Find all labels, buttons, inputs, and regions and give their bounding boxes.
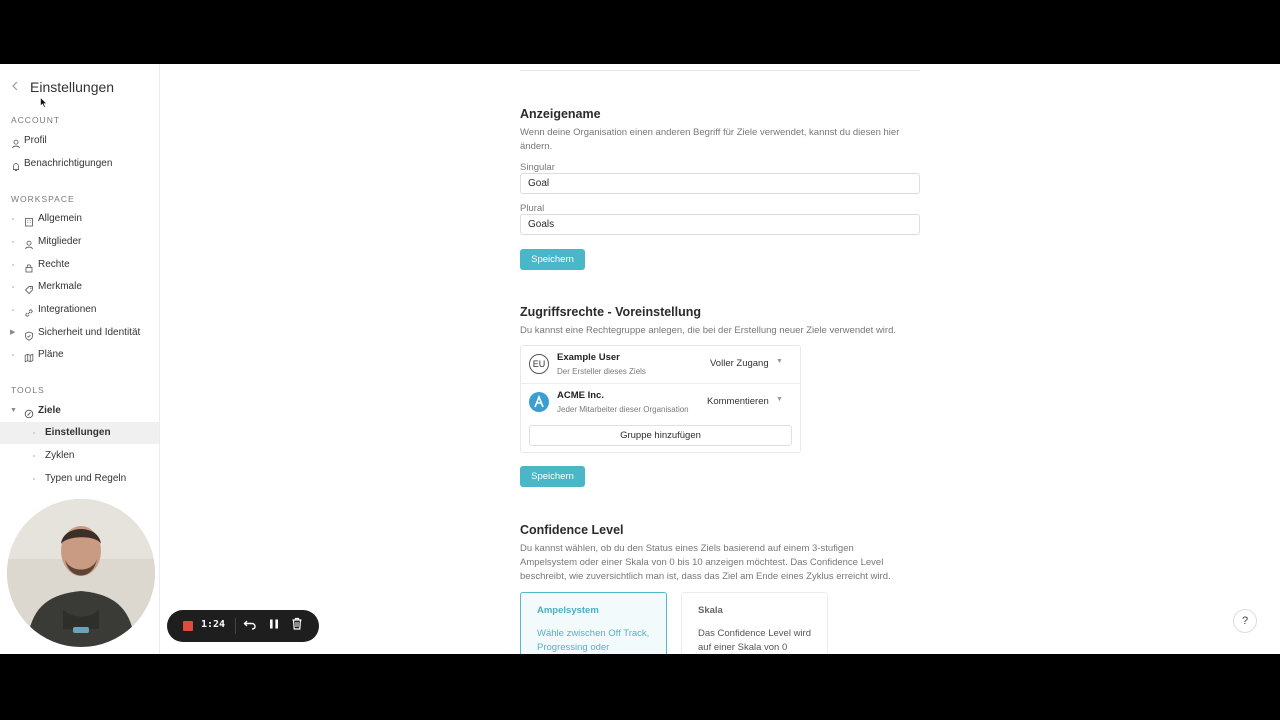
access-row-subtitle: Jeder Mitarbeiter dieser Organisation xyxy=(557,405,689,414)
singular-input[interactable]: Goal xyxy=(520,173,920,194)
bullet xyxy=(12,286,14,288)
sidebar-item-allgemein[interactable]: Allgemein xyxy=(0,208,159,230)
access-row-subtitle: Der Ersteller dieses Ziels xyxy=(557,367,646,376)
sidebar-item-label: Integrationen xyxy=(38,304,97,315)
pause-icon[interactable] xyxy=(266,617,282,635)
confidence-description: Du kannst wählen, ob du den Status eines… xyxy=(520,543,891,582)
option-title: Skala xyxy=(698,605,723,616)
sidebar-item-ziele[interactable]: ▼ Ziele xyxy=(0,400,159,422)
sidebar-subitem-typen-und-regeln[interactable]: Typen und Regeln xyxy=(0,468,159,490)
save-display-name-button[interactable]: Speichern xyxy=(520,249,585,270)
sidebar-item-label: Typen und Regeln xyxy=(45,473,127,484)
sidebar-item-sicherheit[interactable]: ▶ Sicherheit und Identität xyxy=(0,322,159,344)
sidebar-item-benachrichtigungen[interactable]: Benachrichtigungen xyxy=(0,153,159,175)
divider xyxy=(520,70,920,71)
recording-timer: 1:24 xyxy=(201,619,226,630)
section-heading-tools: TOOLS xyxy=(11,385,45,395)
sidebar-item-label: Profil xyxy=(24,135,47,146)
map-icon xyxy=(24,350,34,363)
section-heading-account: ACCOUNT xyxy=(11,115,61,125)
option-title: Ampelsystem xyxy=(537,605,599,616)
sidebar-item-label: Mitglieder xyxy=(38,236,82,247)
sidebar-item-merkmale[interactable]: Merkmale xyxy=(0,276,159,298)
bell-icon xyxy=(11,159,21,172)
bullet xyxy=(12,309,14,311)
avatar: EU xyxy=(529,354,549,374)
help-button[interactable]: ? xyxy=(1233,609,1257,633)
chevron-down-icon[interactable]: ▼ xyxy=(776,358,783,365)
confidence-option-skala[interactable]: Skala Das Confidence Level wird auf eine… xyxy=(681,592,828,654)
webcam-bubble[interactable] xyxy=(7,499,155,647)
person-icon xyxy=(24,237,34,250)
presenter-video-image xyxy=(7,499,155,647)
access-heading: Zugriffsrechte - Voreinstellung xyxy=(520,305,702,319)
lock-icon xyxy=(24,260,34,273)
sidebar-item-label: Sicherheit und Identität xyxy=(38,327,141,338)
option-description: Das Confidence Level wird auf einer Skal… xyxy=(698,628,812,653)
display-name-description: Wenn deine Organisation einen anderen Be… xyxy=(520,127,900,152)
role-select[interactable]: Voller Zugang xyxy=(710,358,769,369)
plural-label: Plural xyxy=(520,203,545,214)
sidebar-item-label: Zyklen xyxy=(45,450,75,461)
role-select[interactable]: Kommentieren xyxy=(707,396,769,407)
back-arrow-icon[interactable] xyxy=(10,78,22,96)
option-description: Wähle zwischen Off Track, Progressing od… xyxy=(537,628,650,653)
confidence-heading: Confidence Level xyxy=(520,523,624,537)
building-icon xyxy=(24,214,34,227)
display-name-heading: Anzeigename xyxy=(520,107,601,121)
access-row: ACME Inc. Jeder Mitarbeiter dieser Organ… xyxy=(521,383,800,420)
confidence-option-ampelsystem[interactable]: Ampelsystem Wähle zwischen Off Track, Pr… xyxy=(520,592,667,654)
divider xyxy=(235,618,236,634)
tag-icon xyxy=(24,282,34,295)
stop-recording-button[interactable] xyxy=(183,621,193,631)
sidebar-item-label: Benachrichtigungen xyxy=(24,158,113,169)
access-row-name: Example User xyxy=(557,352,620,363)
access-row: EU Example User Der Ersteller dieses Zie… xyxy=(521,346,800,383)
save-access-button[interactable]: Speichern xyxy=(520,466,585,487)
sidebar-item-profil[interactable]: Profil xyxy=(0,130,159,152)
sidebar-item-label: Pläne xyxy=(38,349,64,360)
settings-content: Anzeigename Wenn deine Organisation eine… xyxy=(160,64,1280,654)
bullet xyxy=(12,241,14,243)
bullet xyxy=(12,218,14,220)
access-group-list: EU Example User Der Ersteller dieses Zie… xyxy=(520,345,801,453)
sidebar-item-mitglieder[interactable]: Mitglieder xyxy=(0,231,159,253)
mouse-cursor-icon xyxy=(40,97,48,108)
section-heading-workspace: WORKSPACE xyxy=(11,194,75,204)
sidebar-item-label: Ziele xyxy=(38,405,61,416)
bullet xyxy=(33,432,35,434)
bullet xyxy=(12,264,14,266)
access-description: Du kannst eine Rechtegruppe anlegen, die… xyxy=(520,325,897,336)
bullet xyxy=(33,455,35,457)
bullet xyxy=(12,354,14,356)
undo-icon[interactable] xyxy=(242,617,258,635)
sidebar-subitem-zyklen[interactable]: Zyklen xyxy=(0,445,159,467)
caret-down-icon[interactable]: ▼ xyxy=(10,400,17,422)
link-icon xyxy=(24,305,34,317)
app-window: Einstellungen ACCOUNT Profil Benachricht… xyxy=(0,64,1280,654)
trash-icon[interactable] xyxy=(289,617,305,635)
sidebar-subitem-einstellungen[interactable]: Einstellungen xyxy=(0,422,159,444)
caret-right-icon[interactable]: ▶ xyxy=(10,322,15,344)
sidebar-item-integrationen[interactable]: Integrationen xyxy=(0,299,159,321)
sidebar-title: Einstellungen xyxy=(30,79,115,95)
sidebar-item-rechte[interactable]: Rechte xyxy=(0,254,159,276)
bullet xyxy=(33,478,35,480)
shield-icon xyxy=(24,328,34,341)
sidebar-item-label: Merkmale xyxy=(38,281,82,292)
sidebar-item-plaene[interactable]: Pläne xyxy=(0,344,159,366)
recording-controls: 1:24 xyxy=(167,610,319,642)
sidebar-item-label: Einstellungen xyxy=(45,427,111,438)
person-icon xyxy=(11,136,21,149)
sidebar-item-label: Rechte xyxy=(38,259,70,270)
add-group-button[interactable]: Gruppe hinzufügen xyxy=(529,425,792,446)
acme-logo-icon xyxy=(529,392,549,412)
plural-input[interactable]: Goals xyxy=(520,214,920,235)
sidebar-header: Einstellungen xyxy=(0,76,160,100)
target-icon xyxy=(24,406,34,419)
singular-label: Singular xyxy=(520,162,555,173)
access-row-name: ACME Inc. xyxy=(557,390,604,401)
chevron-down-icon[interactable]: ▼ xyxy=(776,396,783,403)
sidebar-item-label: Allgemein xyxy=(38,213,82,224)
